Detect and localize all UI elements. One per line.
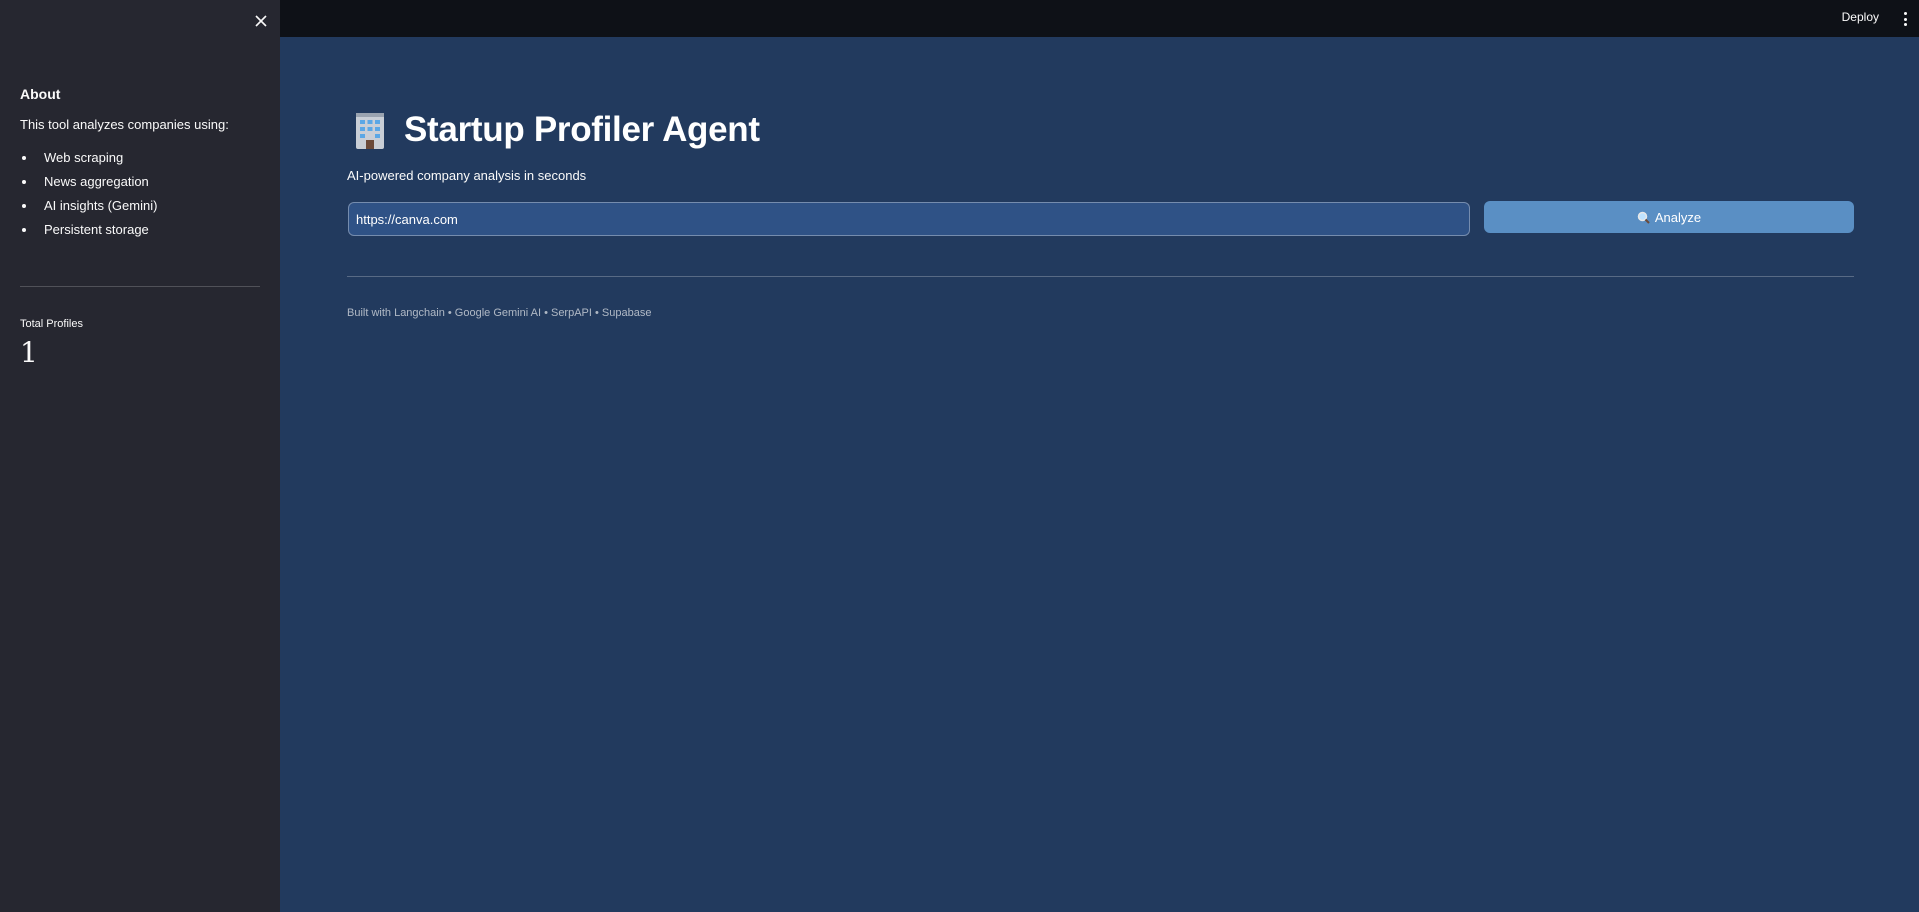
list-item: Web scraping [20, 146, 260, 170]
feature-label: AI insights (Gemini) [44, 198, 158, 213]
about-section: About This tool analyzes companies using… [20, 86, 260, 242]
title-row: Startup Profiler Agent [350, 110, 760, 150]
content-divider [347, 276, 1854, 277]
company-url-input[interactable] [348, 202, 1470, 236]
sidebar: About This tool analyzes companies using… [0, 0, 280, 912]
more-vertical-icon [1903, 12, 1907, 15]
deploy-button[interactable]: Deploy [1842, 10, 1879, 24]
main-content: Startup Profiler Agent AI-powered compan… [280, 37, 1919, 912]
analyze-label: Analyze [1654, 209, 1702, 225]
bullet-icon [22, 228, 26, 232]
footer-credits: Built with Langchain • Google Gemini AI … [347, 307, 652, 319]
office-building-icon [350, 110, 390, 150]
feature-label: News aggregation [44, 174, 149, 189]
close-sidebar-button[interactable] [250, 10, 272, 32]
total-profiles-value: 1 [20, 336, 38, 369]
close-icon [255, 15, 267, 27]
bullet-icon [22, 180, 26, 184]
sidebar-divider [20, 286, 260, 287]
about-heading: About [20, 86, 61, 102]
feature-label: Web scraping [44, 150, 124, 165]
bullet-icon [22, 204, 26, 208]
page-title: Startup Profiler Agent [404, 110, 760, 149]
app-header: Deploy [280, 0, 1919, 37]
total-profiles-label: Total Profiles [20, 318, 83, 330]
feature-label: Persistent storage [44, 222, 149, 237]
about-description: This tool analyzes companies using: [20, 117, 229, 132]
list-item: Persistent storage [20, 218, 260, 242]
more-vertical-icon [1903, 23, 1907, 26]
main-menu-button[interactable] [1903, 12, 1907, 26]
bullet-icon [22, 156, 26, 160]
magnifying-glass-icon [1637, 211, 1650, 224]
page-subtitle: AI-powered company analysis in seconds [347, 168, 587, 183]
feature-list: Web scraping News aggregation AI insight… [20, 146, 260, 242]
more-vertical-icon [1903, 17, 1907, 21]
list-item: News aggregation [20, 170, 260, 194]
list-item: AI insights (Gemini) [20, 194, 260, 218]
analyze-button[interactable]: Analyze [1484, 201, 1854, 233]
